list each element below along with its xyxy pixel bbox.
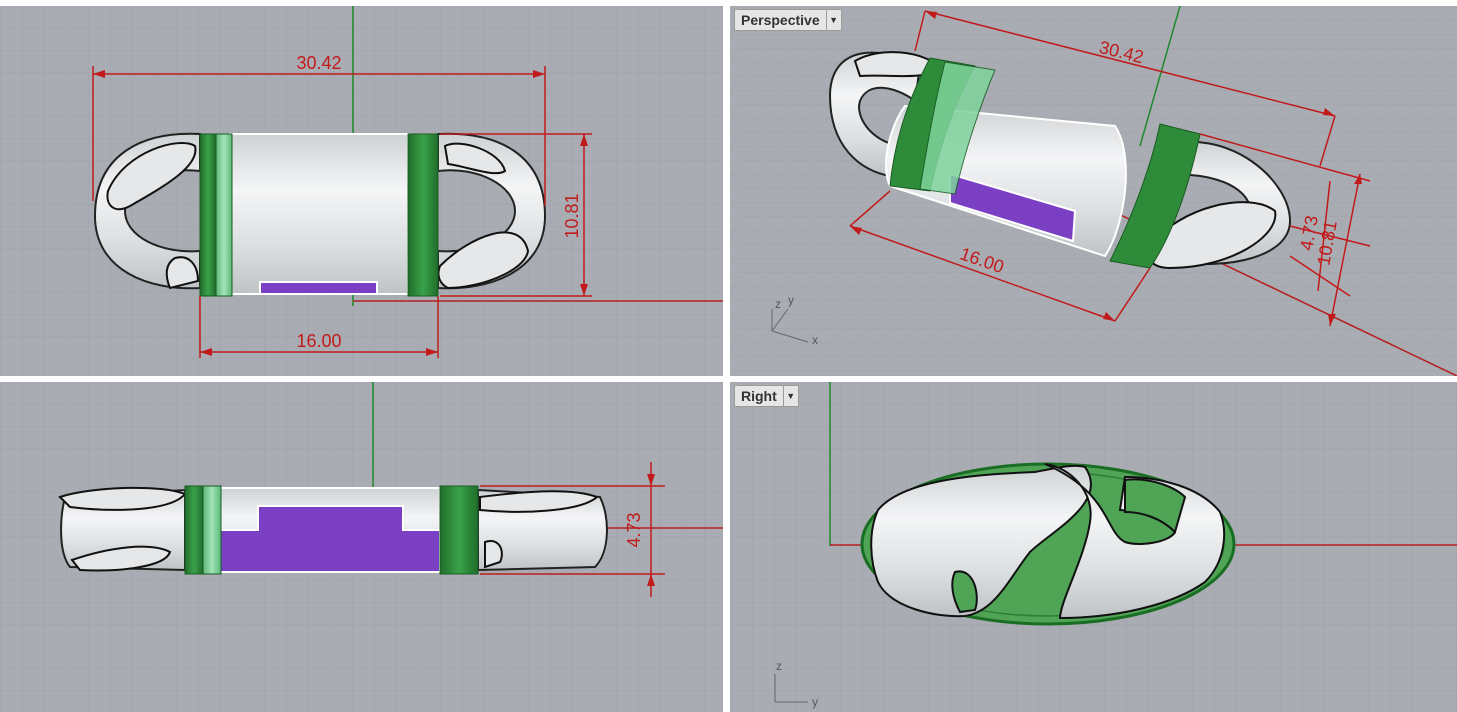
right-viewport-title[interactable]: Right ▼: [734, 385, 799, 407]
viewport-title-label: Right: [741, 388, 777, 404]
chevron-down-icon[interactable]: ▼: [782, 386, 798, 406]
dim-thickness: 4.73: [624, 512, 644, 547]
right-loop: [477, 488, 608, 572]
perspective-viewport[interactable]: 30.42 16.00 4.73 10.81 x y z Perspective…: [730, 6, 1457, 376]
front-viewport-canvas: 4.73: [0, 382, 723, 712]
purple-slot: [259, 281, 378, 295]
perspective-viewport-title[interactable]: Perspective ▼: [734, 9, 842, 31]
perspective-viewport-canvas: 30.42 16.00 4.73 10.81 x y z: [730, 6, 1457, 376]
axis-y-label: y: [788, 293, 794, 307]
cylinder-body: [229, 133, 409, 295]
dim-band-width: 16.00: [296, 331, 341, 351]
right-viewport-canvas: z y: [730, 382, 1457, 712]
left-loop: [58, 486, 187, 572]
right-viewport[interactable]: z y Right ▼: [730, 382, 1457, 712]
top-viewport-canvas: 30.42 10.81 16.00: [0, 6, 723, 376]
axis-z-label: z: [775, 297, 781, 311]
left-light-band: [202, 485, 222, 575]
axis-y-label: y: [812, 695, 818, 709]
top-viewport[interactable]: 30.42 10.81 16.00: [0, 6, 723, 376]
axis-x-label: x: [812, 333, 818, 347]
chevron-down-icon[interactable]: ▼: [825, 10, 841, 30]
viewport-title-label: Perspective: [741, 12, 820, 28]
left-green-band: [199, 133, 217, 297]
left-green-band: [184, 485, 204, 575]
dim-overall-length: 30.42: [296, 53, 341, 73]
axis-z-label: z: [776, 659, 782, 673]
right-green-band: [439, 485, 479, 575]
front-viewport[interactable]: 4.73: [0, 382, 723, 712]
left-light-band: [215, 133, 233, 297]
dim-height: 10.81: [562, 193, 582, 238]
right-green-band: [407, 133, 439, 297]
